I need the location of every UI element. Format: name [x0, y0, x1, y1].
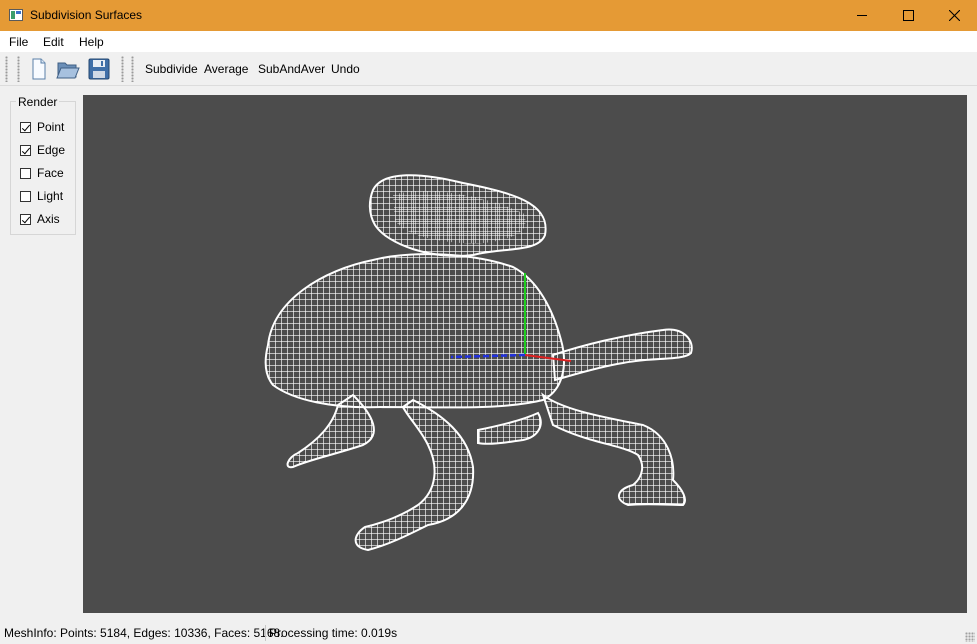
- minimize-button[interactable]: [839, 0, 885, 31]
- maximize-icon: [902, 10, 914, 21]
- checkbox-label: Axis: [37, 212, 60, 226]
- subandaver-button[interactable]: SubAndAver: [258, 62, 325, 76]
- checkbox-label: Light: [37, 189, 64, 203]
- close-icon: [948, 10, 960, 21]
- axis-checkbox[interactable]: Axis: [20, 211, 60, 227]
- average-button[interactable]: Average: [204, 62, 248, 76]
- close-button[interactable]: [931, 0, 977, 31]
- app-icon: [9, 9, 23, 21]
- open-folder-icon[interactable]: [56, 57, 80, 81]
- undo-button[interactable]: Undo: [331, 62, 360, 76]
- new-file-icon[interactable]: [27, 57, 51, 81]
- menu-help[interactable]: Help: [79, 35, 104, 49]
- status-separator: [265, 625, 266, 641]
- subdivide-button[interactable]: Subdivide: [145, 62, 198, 76]
- checkbox-icon: [20, 167, 31, 179]
- processing-time: Processing time: 0.019s: [269, 626, 398, 640]
- minimize-icon: [857, 15, 867, 16]
- maximize-button[interactable]: [885, 0, 931, 31]
- size-grip[interactable]: [965, 632, 975, 642]
- toolbar-grip[interactable]: [131, 56, 134, 82]
- menu-bar: File Edit Help: [0, 31, 977, 52]
- menu-edit[interactable]: Edit: [43, 35, 64, 49]
- light-checkbox[interactable]: Light: [20, 188, 63, 204]
- checkbox-icon: [20, 121, 31, 133]
- point-checkbox[interactable]: Point: [20, 119, 64, 135]
- face-checkbox[interactable]: Face: [20, 165, 64, 181]
- menu-file[interactable]: File: [9, 35, 28, 49]
- checkbox-label: Edge: [37, 143, 66, 157]
- checkbox-icon: [20, 144, 31, 156]
- checkbox-icon: [20, 213, 31, 225]
- window-title: Subdivision Surfaces: [30, 8, 143, 22]
- mesh-info: MeshInfo: Points: 5184, Edges: 10336, Fa…: [4, 626, 284, 640]
- toolbar-grip[interactable]: [17, 56, 20, 82]
- toolbar: Subdivide Average SubAndAver Undo: [0, 52, 977, 86]
- checkbox-icon: [20, 190, 31, 202]
- save-icon[interactable]: [87, 57, 111, 81]
- wireframe-mesh: [264, 174, 693, 552]
- checkbox-label: Face: [37, 166, 64, 180]
- gl-viewport[interactable]: [83, 95, 967, 613]
- title-bar: Subdivision Surfaces: [0, 0, 977, 31]
- edge-checkbox[interactable]: Edge: [20, 142, 65, 158]
- status-bar: MeshInfo: Points: 5184, Edges: 10336, Fa…: [0, 623, 977, 644]
- toolbar-grip[interactable]: [121, 56, 124, 82]
- render-group-title: Render: [16, 95, 60, 109]
- toolbar-grip[interactable]: [5, 56, 8, 82]
- checkbox-label: Point: [37, 120, 65, 134]
